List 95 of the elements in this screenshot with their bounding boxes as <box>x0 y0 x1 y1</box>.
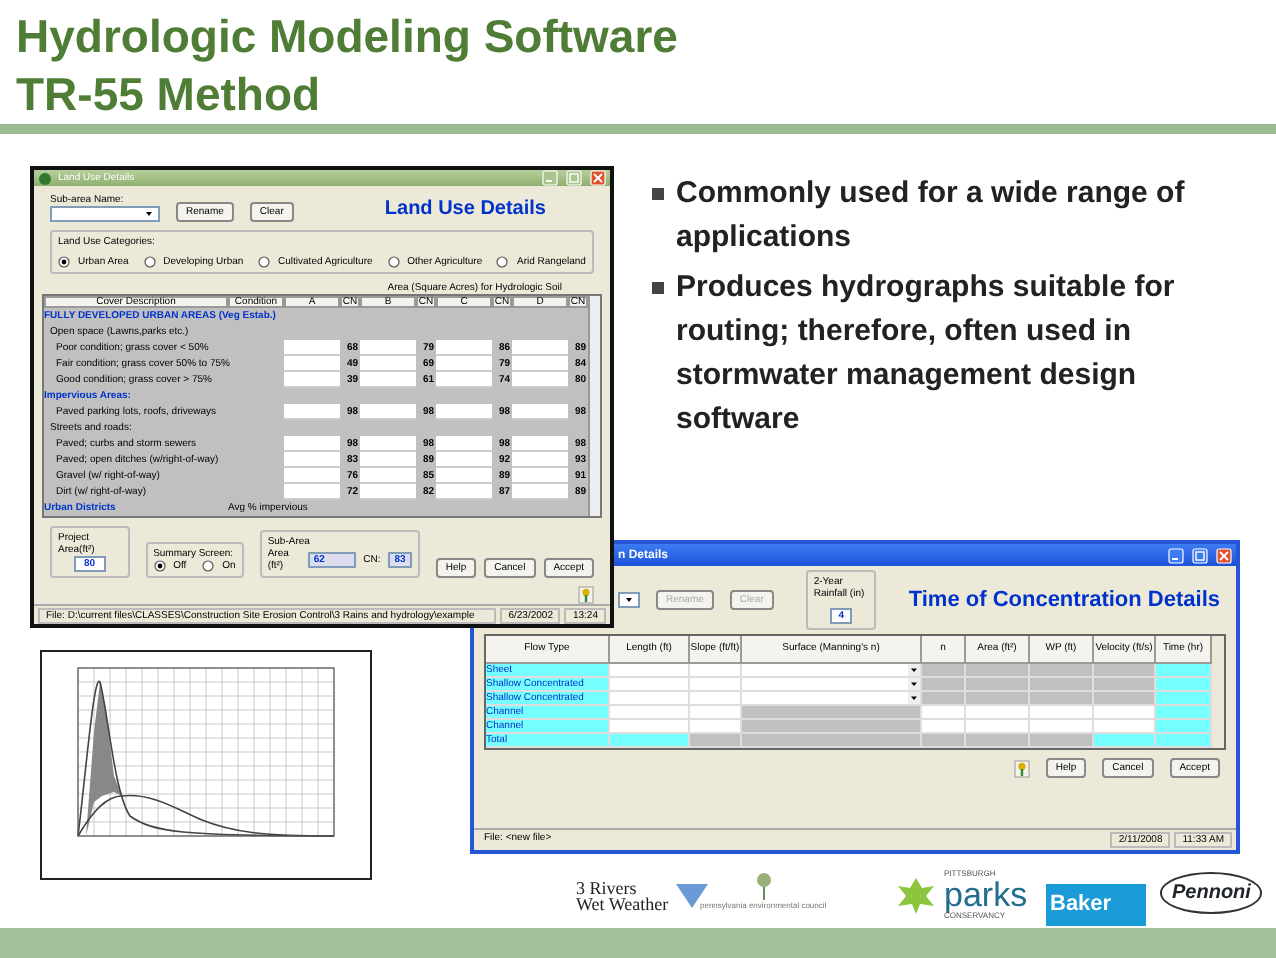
pin-icon[interactable] <box>1013 759 1030 777</box>
maximize-icon[interactable] <box>566 170 582 186</box>
input-cell[interactable] <box>284 404 340 420</box>
input-cell[interactable] <box>284 452 340 468</box>
input-cell[interactable] <box>1156 678 1212 692</box>
window-heading: Time of Concentration Details <box>908 587 1220 613</box>
input-cell[interactable] <box>436 436 492 452</box>
radio[interactable] <box>387 256 400 268</box>
radio[interactable] <box>496 256 509 268</box>
bullet-icon <box>652 188 664 200</box>
logo-text: Wet Weather <box>576 896 669 912</box>
caret-icon <box>144 208 154 220</box>
input-cell[interactable] <box>610 720 690 734</box>
maximize-icon[interactable] <box>1192 547 1208 563</box>
input-cell[interactable] <box>1030 720 1094 734</box>
input-cell[interactable] <box>1030 706 1094 720</box>
input-cell[interactable] <box>610 678 690 692</box>
input-cell[interactable] <box>360 356 416 372</box>
input-cell[interactable] <box>512 356 568 372</box>
input-cell[interactable] <box>512 340 568 356</box>
input-cell[interactable] <box>1094 706 1156 720</box>
input-cell[interactable] <box>360 436 416 452</box>
input-cell[interactable] <box>360 404 416 420</box>
input-cell[interactable] <box>1156 664 1212 678</box>
input-cell[interactable] <box>360 484 416 500</box>
input-cell[interactable] <box>610 734 690 748</box>
input-cell[interactable] <box>360 340 416 356</box>
radio[interactable] <box>202 560 215 572</box>
radio-selected[interactable] <box>153 560 166 572</box>
radio[interactable] <box>143 256 156 268</box>
app-icon <box>38 171 52 185</box>
surface-dropdown[interactable] <box>742 692 922 706</box>
bullet-icon <box>652 282 664 294</box>
input-cell[interactable] <box>610 692 690 706</box>
tree-icon <box>755 872 772 900</box>
input-cell[interactable] <box>284 436 340 452</box>
input-cell[interactable] <box>436 484 492 500</box>
input-cell[interactable] <box>512 468 568 484</box>
subarea-dropdown[interactable] <box>50 206 160 222</box>
pin-icon[interactable] <box>578 586 594 604</box>
close-icon[interactable] <box>1216 547 1232 563</box>
input-cell[interactable] <box>966 720 1030 734</box>
input-cell[interactable] <box>512 372 568 388</box>
input-cell[interactable] <box>512 404 568 420</box>
bullet-text: Commonly used for a wide range of applications <box>676 174 1187 258</box>
minimize-icon[interactable] <box>1168 547 1184 563</box>
input-cell[interactable] <box>284 340 340 356</box>
input-cell[interactable] <box>610 664 690 678</box>
logo-text: Pennoni <box>1160 872 1263 914</box>
logo-text: 3 Rivers <box>576 880 637 896</box>
input-cell[interactable] <box>610 706 690 720</box>
input-cell[interactable] <box>360 372 416 388</box>
input-cell[interactable] <box>436 340 492 356</box>
caret-icon <box>624 594 634 606</box>
input-cell[interactable] <box>284 468 340 484</box>
input-cell[interactable] <box>284 356 340 372</box>
input-cell[interactable] <box>436 468 492 484</box>
slide-title: TR-55 Method <box>16 66 323 124</box>
input-cell[interactable] <box>436 404 492 420</box>
surface-dropdown[interactable] <box>742 678 922 692</box>
close-icon[interactable] <box>590 170 606 186</box>
input-cell[interactable] <box>436 356 492 372</box>
bullet-text: Produces hydrographs suitable for routing; therefore, often used in stormwater management design software <box>676 268 1177 440</box>
input-cell[interactable] <box>284 372 340 388</box>
input-cell[interactable] <box>690 706 742 720</box>
input-cell[interactable] <box>1156 692 1212 706</box>
input-cell[interactable] <box>966 706 1030 720</box>
window-heading: Land Use Details <box>384 198 546 222</box>
scrollbar[interactable] <box>588 296 600 516</box>
radio[interactable] <box>258 256 271 268</box>
input-cell[interactable] <box>360 452 416 468</box>
input-cell[interactable] <box>512 436 568 452</box>
surface-dropdown[interactable] <box>742 664 922 678</box>
input-cell[interactable] <box>1156 706 1212 720</box>
input-cell[interactable] <box>1094 720 1156 734</box>
slide-title: Hydrologic Modeling Software <box>16 8 678 66</box>
input-cell[interactable] <box>690 678 742 692</box>
input-cell[interactable] <box>690 692 742 706</box>
input-cell[interactable] <box>1156 734 1212 748</box>
radio-selected[interactable] <box>58 256 70 268</box>
input-cell[interactable] <box>512 452 568 468</box>
input-cell[interactable] <box>690 720 742 734</box>
minimize-icon[interactable] <box>542 170 558 186</box>
input-cell[interactable] <box>284 484 340 500</box>
input-cell[interactable] <box>1156 720 1212 734</box>
input-cell[interactable] <box>512 484 568 500</box>
input-cell[interactable] <box>1094 734 1156 748</box>
input-cell[interactable] <box>922 720 966 734</box>
input-cell[interactable] <box>436 372 492 388</box>
input-cell[interactable] <box>690 664 742 678</box>
logo-text: parks <box>944 878 1028 912</box>
input-cell[interactable] <box>922 706 966 720</box>
logo-text: Baker <box>1046 884 1146 925</box>
input-cell[interactable] <box>360 468 416 484</box>
input-cell[interactable] <box>436 452 492 468</box>
